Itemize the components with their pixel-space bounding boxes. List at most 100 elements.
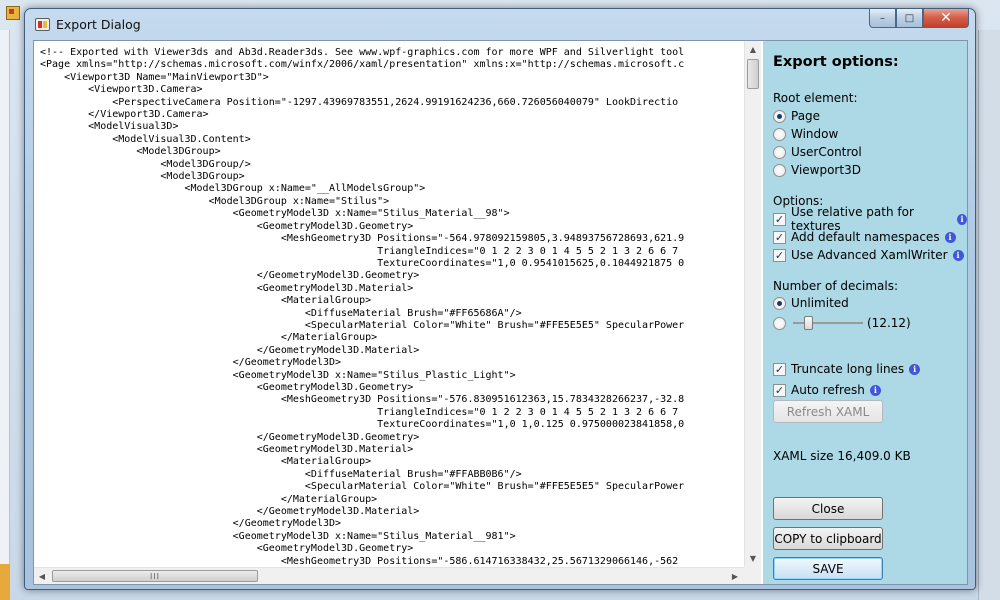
title-bar[interactable]: Export Dialog – □ ✕: [25, 9, 975, 39]
check-relative-path[interactable]: ✓ Use relative path for textures i: [773, 205, 967, 233]
radio-label: Unlimited: [791, 296, 849, 310]
code-line: TextureCoordinates="1,0 0.9541015625,0.1…: [40, 257, 685, 269]
code-line: <Model3DGroup x:Name="Stilus">: [40, 195, 390, 207]
code-line: <SpecularMaterial Color="White" Brush="#…: [40, 481, 685, 493]
code-line: </GeometryModel3D.Geometry>: [40, 270, 420, 282]
minimize-icon: –: [880, 12, 885, 24]
code-line: <GeometryModel3D.Geometry>: [40, 381, 414, 393]
window-controls: – □ ✕: [869, 9, 969, 29]
minimize-button[interactable]: –: [869, 9, 896, 28]
radio-label: Viewport3D: [791, 163, 861, 177]
checkbox-checked-icon: ✓: [773, 230, 786, 244]
code-line: TextureCoordinates="1,0 1,0.125 0.975000…: [40, 419, 685, 431]
code-line: </GeometryModel3D>: [40, 357, 342, 369]
background-window-edge-right: [978, 30, 1000, 600]
checkbox-checked-icon: ✓: [773, 383, 786, 397]
checkbox-checked-icon: ✓: [773, 212, 786, 226]
close-button[interactable]: Close: [773, 497, 883, 520]
code-line: <Model3DGroup>: [40, 171, 245, 183]
dialog-client-area: <!-- Exported with Viewer3ds and Ab3d.Re…: [33, 40, 968, 585]
horizontal-scroll-thumb[interactable]: III: [52, 570, 258, 582]
window-title: Export Dialog: [56, 17, 141, 32]
radio-root-page[interactable]: Page: [773, 108, 820, 124]
code-line: <GeometryModel3D.Geometry>: [40, 220, 414, 232]
export-dialog-window: Export Dialog – □ ✕ <!-- Exported with V…: [24, 8, 976, 590]
maximize-button[interactable]: □: [896, 9, 923, 28]
code-line: </GeometryModel3D.Material>: [40, 344, 420, 356]
radio-button-icon: [773, 127, 786, 141]
code-line: </GeometryModel3D>: [40, 518, 342, 530]
radio-button-icon: [773, 163, 786, 177]
code-line: <GeometryModel3D x:Name="Stilus_Material…: [40, 530, 516, 542]
code-line: <Model3DGroup/>: [40, 158, 251, 170]
info-icon[interactable]: i: [944, 231, 956, 243]
code-line: </MaterialGroup>: [40, 332, 378, 344]
root-element-label: Root element:: [773, 91, 858, 105]
vertical-scroll-thumb[interactable]: [747, 59, 759, 89]
radio-root-viewport3d[interactable]: Viewport3D: [773, 162, 861, 178]
radio-button-icon: [773, 109, 786, 123]
xaml-preview-pane: <!-- Exported with Viewer3ds and Ab3d.Re…: [34, 41, 761, 584]
radio-decimals-custom[interactable]: (12.12): [773, 315, 911, 331]
checkbox-checked-icon: ✓: [773, 362, 786, 376]
export-options-title: Export options:: [773, 54, 899, 70]
grip-icon: III: [149, 571, 161, 581]
export-options-panel: Export options: Root element: Page Windo…: [763, 41, 967, 584]
code-line: <GeometryModel3D x:Name="Stilus_Plastic_…: [40, 369, 516, 381]
radio-root-usercontrol[interactable]: UserControl: [773, 144, 862, 160]
code-line: TriangleIndices="0 1 2 2 3 0 1 4 5 5 2 1…: [40, 406, 679, 418]
code-line: <Viewport3D.Camera>: [40, 84, 203, 96]
copy-to-clipboard-button[interactable]: COPY to clipboard: [773, 527, 883, 550]
save-button[interactable]: SAVE: [773, 557, 883, 580]
scroll-right-button[interactable]: ▶: [727, 568, 743, 584]
radio-label: Window: [791, 127, 839, 141]
radio-button-icon: [773, 316, 786, 330]
right-arrow-icon: ▶: [731, 571, 739, 581]
info-icon[interactable]: i: [869, 384, 881, 396]
code-line: <MeshGeometry3D Positions="-564.97809215…: [40, 233, 685, 245]
radio-button-icon: [773, 145, 786, 159]
horizontal-scrollbar[interactable]: ◀ III ▶: [34, 567, 744, 584]
decimals-slider[interactable]: [793, 315, 863, 331]
decimals-label: Number of decimals:: [773, 279, 899, 293]
info-icon[interactable]: i: [952, 249, 964, 261]
code-line: </Viewport3D.Camera>: [40, 109, 209, 121]
vertical-scrollbar[interactable]: ▲ ▼: [744, 41, 761, 567]
code-line: </MaterialGroup>: [40, 493, 378, 505]
check-auto-refresh[interactable]: ✓ Auto refresh i: [773, 382, 881, 398]
radio-root-window[interactable]: Window: [773, 126, 838, 142]
background-app-icon: [6, 6, 20, 20]
radio-decimals-unlimited[interactable]: Unlimited: [773, 295, 849, 311]
code-line: <MeshGeometry3D Positions="-586.61471633…: [40, 555, 679, 567]
refresh-xaml-button[interactable]: Refresh XAML: [773, 400, 883, 423]
slider-thumb[interactable]: [804, 316, 813, 330]
code-line: <GeometryModel3D.Material>: [40, 444, 414, 455]
app-icon: [35, 18, 50, 31]
code-line: <DiffuseMaterial Brush="#FF65686A"/>: [40, 307, 522, 319]
code-line: <DiffuseMaterial Brush="#FFABB0B6"/>: [40, 468, 522, 480]
up-arrow-icon: ▲: [749, 44, 757, 54]
check-label: Truncate long lines: [791, 362, 905, 376]
scroll-down-button[interactable]: ▼: [745, 550, 761, 566]
scrollbar-corner: [744, 567, 761, 584]
radio-button-icon: [773, 296, 786, 310]
info-icon[interactable]: i: [909, 363, 921, 375]
code-line: </GeometryModel3D.Geometry>: [40, 431, 420, 443]
check-advanced-xamlwriter[interactable]: ✓ Use Advanced XamlWriter i: [773, 247, 964, 263]
code-line: <GeometryModel3D.Geometry>: [40, 543, 414, 555]
check-default-namespaces[interactable]: ✓ Add default namespaces i: [773, 229, 956, 245]
code-line: <MeshGeometry3D Positions="-576.83095161…: [40, 394, 685, 406]
radio-label: UserControl: [791, 145, 862, 159]
info-icon[interactable]: i: [956, 213, 967, 225]
maximize-icon: □: [904, 12, 915, 24]
scroll-left-button[interactable]: ◀: [34, 568, 50, 584]
down-arrow-icon: ▼: [749, 553, 757, 563]
check-truncate-lines[interactable]: ✓ Truncate long lines i: [773, 361, 921, 377]
checkbox-checked-icon: ✓: [773, 248, 786, 262]
code-line: <MaterialGroup>: [40, 295, 372, 307]
scroll-up-button[interactable]: ▲: [745, 41, 761, 57]
code-line: <ModelVisual3D.Content>: [40, 133, 251, 145]
close-window-button[interactable]: ✕: [923, 9, 969, 28]
xaml-text[interactable]: <!-- Exported with Viewer3ds and Ab3d.Re…: [40, 47, 742, 567]
check-label: Auto refresh: [791, 383, 865, 397]
